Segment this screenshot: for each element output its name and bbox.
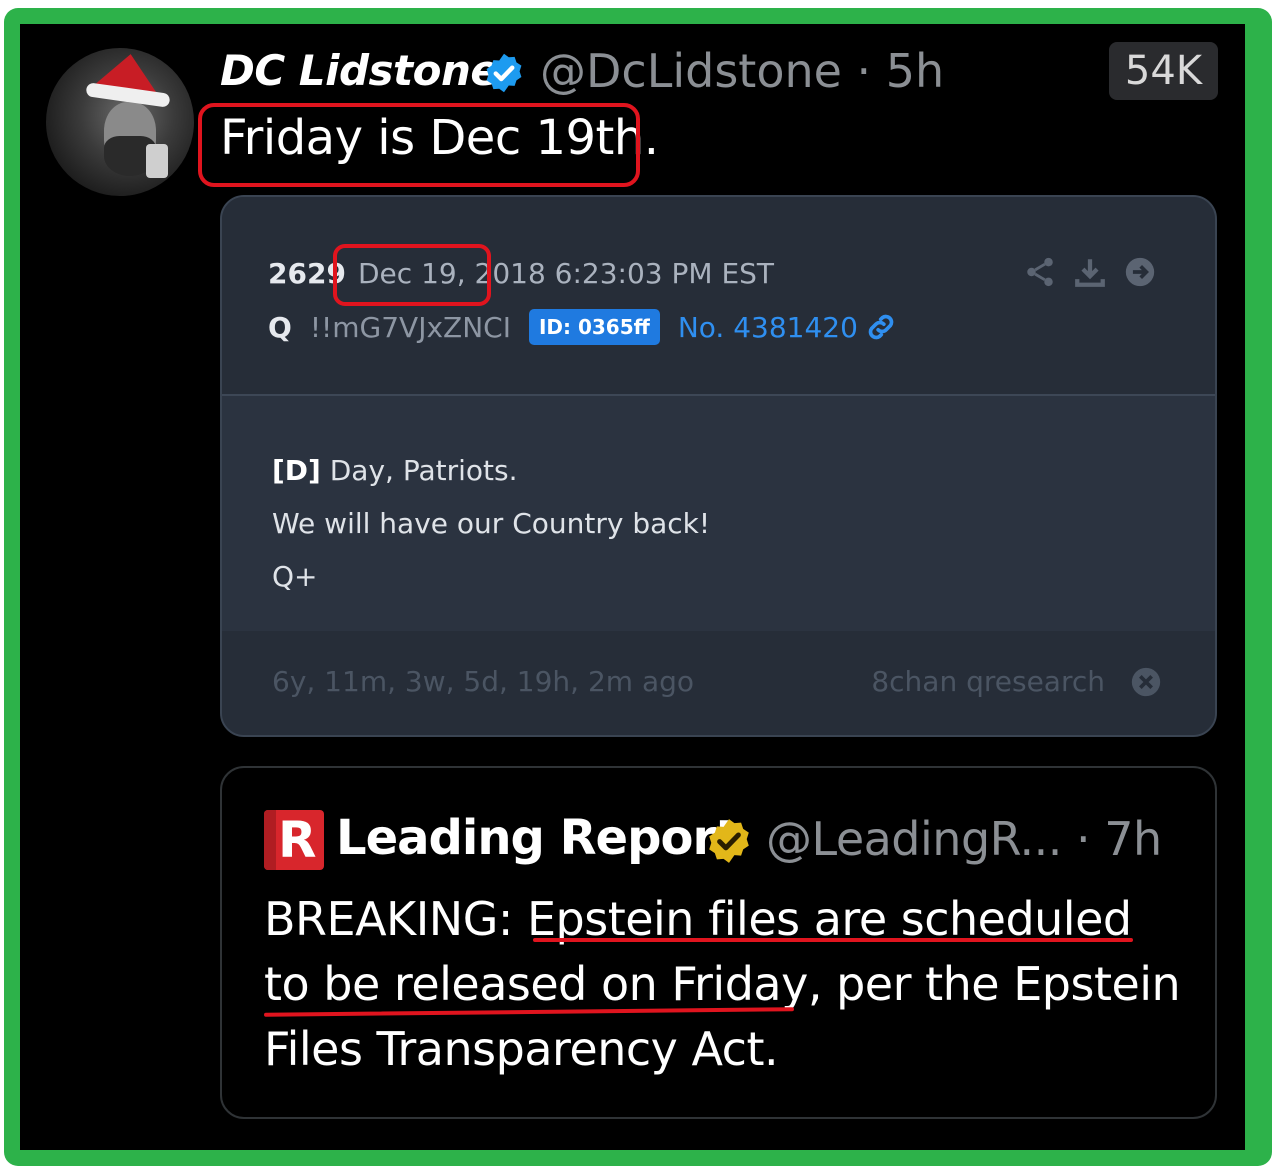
red-annotation-circle [333, 244, 491, 306]
q-post-actions [1023, 255, 1157, 289]
q-body-line-1: [D] Day, Patriots. [272, 454, 518, 487]
author-handle-time[interactable]: @DcLidstone · 5h [540, 44, 944, 98]
author-display-name[interactable]: DC Lidstone [220, 46, 499, 95]
q-post-footer: 6y, 11m, 3w, 5d, 19h, 2m ago 8chan qrese… [222, 631, 1215, 735]
download-icon[interactable] [1073, 255, 1107, 289]
leading-report-logo[interactable]: R [264, 810, 324, 870]
q-body-line-2: We will have our Country back! [272, 507, 711, 540]
quoted-text-line-3: Files Transparency Act. [264, 1022, 779, 1076]
share-icon[interactable] [1023, 255, 1057, 289]
link-icon[interactable] [864, 310, 898, 344]
view-count-badge: 54K [1109, 42, 1218, 100]
avatar[interactable] [46, 48, 194, 196]
red-underline [533, 938, 1133, 942]
mug-icon [146, 144, 168, 178]
q-id-badge: ID: 0365ff [528, 309, 660, 345]
verified-badge-icon [486, 53, 522, 93]
q-body-line-3: Q+ [272, 560, 318, 593]
q-post-source: 8chan qresearch [871, 665, 1105, 698]
logo-letter: R [278, 811, 317, 869]
q-body-line-1-rest: Day, Patriots. [320, 454, 518, 487]
q-post-no-link[interactable]: No. 4381420 [678, 311, 858, 344]
arrow-right-circle-icon[interactable] [1123, 255, 1157, 289]
q-post-body: [D] Day, Patriots. We will have our Coun… [222, 394, 1215, 633]
quoted-display-name[interactable]: Leading Report [336, 810, 738, 866]
verified-gold-badge-icon [709, 819, 749, 863]
quoted-handle-time[interactable]: @LeadingR... · 7h [766, 812, 1162, 866]
red-annotation-circle [198, 103, 640, 187]
q-tripcode: !!mG7VJxZNCI [309, 310, 511, 344]
q-post-age: 6y, 11m, 3w, 5d, 19h, 2m ago [272, 665, 695, 698]
quoted-text-line-2: to be released on Friday, per the Epstei… [264, 957, 1181, 1011]
q-post-meta: Q !!mG7VJxZNCI ID: 0365ff No. 4381420 [268, 309, 898, 345]
logo-strip [264, 810, 276, 870]
q-body-bold: [D] [272, 454, 321, 487]
q-author: Q [268, 310, 292, 344]
close-circle-icon[interactable] [1129, 665, 1163, 699]
